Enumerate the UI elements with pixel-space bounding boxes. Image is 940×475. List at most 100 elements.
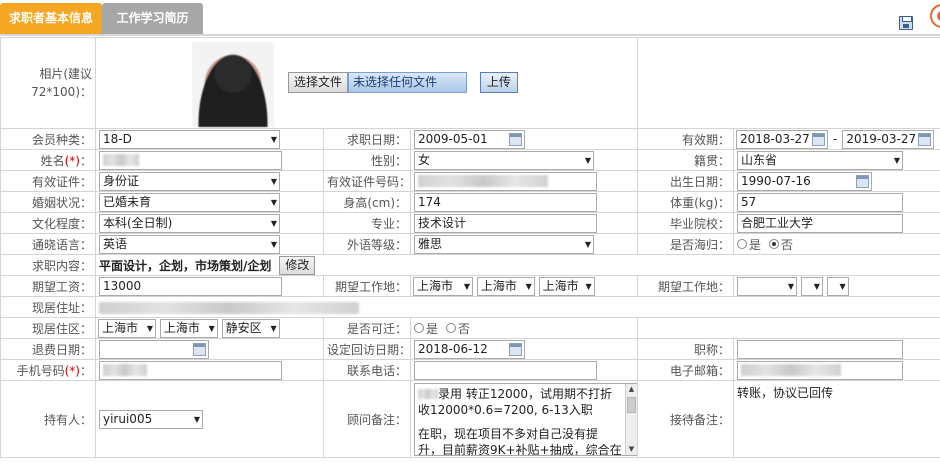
id-number-blurred [418,175,548,187]
calendar-icon[interactable] [509,132,522,146]
calendar-icon[interactable] [193,342,206,356]
education-select[interactable]: 本科(全日制) ▼ [99,213,280,233]
file-upload: 选择文件 未选择任何文件 上传 [288,72,518,93]
overseas-no-radio[interactable] [769,239,780,249]
consultant-note-label: 顾问备注： [323,380,411,458]
address-label: 现居住址： [0,296,96,318]
gender-select[interactable]: 女 ▼ [414,150,594,170]
scroll-up-icon[interactable]: ▲ [626,384,637,395]
name-label: 姓名(*)： [0,149,96,171]
chevron-down-icon: ▼ [584,239,591,249]
chevron-down-icon: ▼ [270,323,277,333]
expected-place-province[interactable]: 上海市 ▼ [413,276,473,296]
chevron-down-icon: ▼ [270,197,277,207]
major-label: 专业： [323,212,411,234]
email-label: 电子邮箱： [637,359,735,381]
job-content-label: 求职内容： [0,254,96,276]
valid-period-label: 有效期： [637,128,735,150]
email-blurred [741,364,842,376]
chevron-down-icon: ▼ [893,155,901,165]
school-field[interactable]: 合肥工业大学 [737,213,904,233]
valid-to-field[interactable]: 2019-03-27 [842,129,935,149]
chevron-down-icon: ▼ [787,281,795,291]
calendar-icon[interactable] [856,174,870,188]
id-type-label: 有效证件： [0,170,96,192]
language-select[interactable]: 英语 ▼ [99,234,280,254]
expected-place-label: 期望工作地： [323,275,411,297]
member-type-select[interactable]: 18-D ▼ [99,129,280,149]
chevron-down-icon: ▼ [270,134,277,144]
apply-date-label: 求职日期： [323,128,411,150]
owner-select[interactable]: yirui005 ▼ [99,409,203,429]
choose-file-button[interactable]: 选择文件 [288,72,349,93]
job-content-value: 平面设计，企划，市场策划/企划 [99,258,272,273]
expected-place-district[interactable]: 上海市 ▼ [538,276,595,296]
scroll-down-icon[interactable]: ▼ [626,444,637,455]
chevron-down-icon: ▼ [525,281,532,291]
note-scrollbar[interactable]: ▲ ▼ [625,383,637,455]
chevron-down-icon: ▼ [839,281,846,291]
language-label: 通晓语言： [0,233,96,255]
file-name-field: 未选择任何文件 [348,72,468,93]
photo-label: 相片(建议 72*100)： [0,37,96,129]
valid-from-field[interactable]: 2018-03-27 [736,129,829,149]
reception-note-value[interactable]: 转账，协议已回传 [737,384,937,401]
language-level-label: 外语等级： [323,233,411,255]
calendar-icon[interactable] [812,132,826,146]
apply-date-field[interactable]: 2009-05-01 [414,129,525,149]
contact-phone-label: 联系电话： [323,359,411,381]
relocatable-yes-radio[interactable] [414,323,424,333]
address-blurred[interactable] [99,301,359,314]
close-icon[interactable] [930,4,940,28]
residence-district[interactable]: 静安区 ▼ [221,318,280,338]
modify-button[interactable]: 修改 [279,255,316,275]
return-visit-field[interactable]: 2018-06-12 [414,339,525,359]
reception-note-label: 接待备注： [637,380,735,458]
calendar-icon[interactable] [509,342,522,356]
relocatable-label: 是否可迁： [323,317,411,339]
residence-area-label: 现居住区： [0,317,96,339]
id-number-field[interactable] [414,171,597,191]
chevron-down-icon: ▼ [270,218,277,228]
native-place-select[interactable]: 山东省 ▼ [737,150,904,170]
expected-place2-city[interactable]: ▼ [800,276,823,296]
residence-province[interactable]: 上海市 ▼ [98,318,156,338]
contact-phone-field[interactable] [414,360,597,380]
residence-city[interactable]: 上海市 ▼ [159,318,218,338]
refund-date-field[interactable] [99,339,209,359]
note-name-blurred [418,389,438,399]
language-level-select[interactable]: 雅思 ▼ [414,234,594,254]
applicant-photo [192,42,274,127]
scroll-thumb[interactable] [627,396,636,413]
tab-basic-info[interactable]: 求职者基本信息 [0,3,102,34]
weight-field[interactable]: 57 [737,192,904,212]
return-visit-label: 设定回访日期： [323,338,411,360]
chevron-down-icon: ▼ [208,323,215,333]
tab-work-study-resume[interactable]: 工作学习简历 [102,3,203,34]
upload-button[interactable]: 上传 [479,72,518,93]
major-field[interactable]: 技术设计 [414,213,597,233]
save-icon[interactable] [899,16,913,30]
expected-place2-province[interactable]: ▼ [737,276,798,296]
expected-place2-district[interactable]: ▼ [826,276,849,296]
marriage-select[interactable]: 已婚未育 ▼ [99,192,280,212]
id-type-select[interactable]: 身份证 ▼ [99,171,280,191]
expected-place2-label: 期望工作地： [637,275,735,297]
relocatable-no-radio[interactable] [446,323,457,333]
expected-salary-field[interactable]: 13000 [99,276,282,296]
expected-place-city[interactable]: 上海市 ▼ [476,276,535,296]
email-field[interactable] [737,360,904,380]
job-title-field[interactable] [737,339,904,359]
education-label: 文化程度： [0,212,96,234]
mobile-field[interactable] [99,360,282,380]
birth-date-field[interactable]: 1990-07-16 [737,171,873,191]
member-type-label: 会员种类： [0,128,96,150]
consultant-note-textarea[interactable]: 录用 转正12000，试用期不打折 收12000*0.6=7200, 6-13入… [414,382,637,456]
name-field[interactable] [99,150,282,170]
calendar-icon[interactable] [918,132,932,146]
chevron-down-icon: ▼ [585,281,592,291]
height-field[interactable]: 174 [414,192,597,212]
overseas-yes-radio[interactable] [737,239,748,249]
chevron-down-icon: ▼ [270,239,277,249]
applicant-form: 相片(建议 72*100)： 选择文件 未选择任何文件 上传 会员种类： 18-D… [0,37,940,458]
